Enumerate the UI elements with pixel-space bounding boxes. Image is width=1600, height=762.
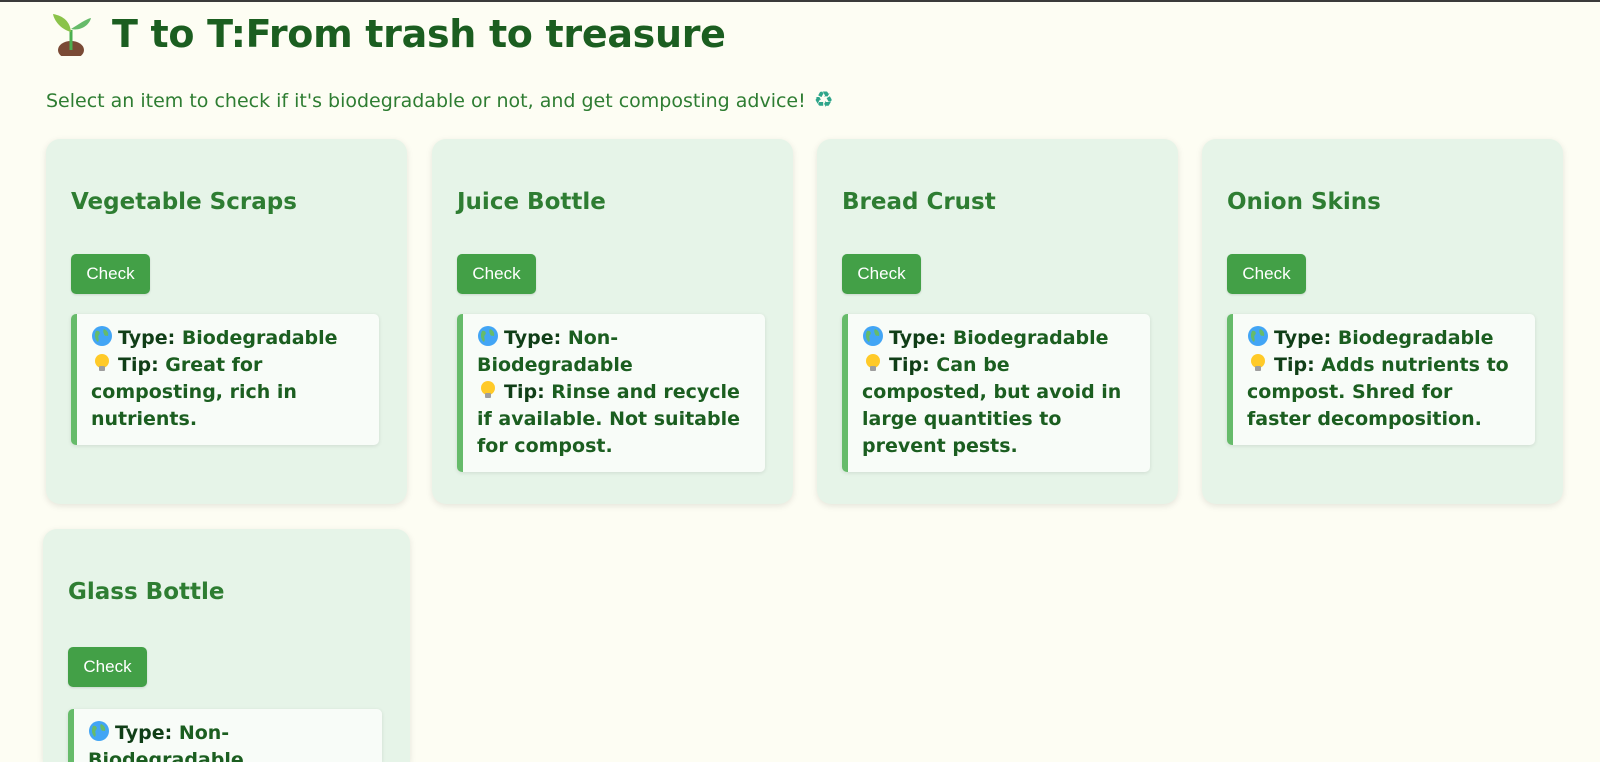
tip-line: Tip: Rinse and recycle if available. Not… xyxy=(477,379,751,460)
result-panel: Type: Non-Biodegradable Tip: Rinse and r… xyxy=(457,314,765,472)
globe-icon xyxy=(92,326,112,346)
type-label: Type: xyxy=(115,722,173,744)
lightbulb-icon xyxy=(481,381,495,398)
type-line: Type: Biodegradable xyxy=(91,325,365,352)
item-card: Onion Skins Check Type: Biodegradable Ti… xyxy=(1202,139,1563,504)
item-card: Vegetable Scraps Check Type: Biodegradab… xyxy=(46,139,407,504)
subtitle-text: Select an item to check if it's biodegra… xyxy=(46,90,806,112)
item-name: Onion Skins xyxy=(1227,189,1381,215)
item-name: Bread Crust xyxy=(842,189,996,215)
type-line: Type: Biodegradable xyxy=(1247,325,1521,352)
tip-label: Tip: xyxy=(118,354,159,376)
result-panel: Type: Biodegradable Tip: Great for compo… xyxy=(71,314,379,445)
globe-icon xyxy=(89,721,109,741)
check-button[interactable]: Check xyxy=(68,647,147,687)
item-name: Glass Bottle xyxy=(68,579,225,605)
lightbulb-icon xyxy=(866,354,880,371)
tip-label: Tip: xyxy=(889,354,930,376)
type-line: Type: Non-Biodegradable xyxy=(88,720,368,762)
type-line: Type: Biodegradable xyxy=(862,325,1136,352)
tip-line: Tip: Adds nutrients to compost. Shred fo… xyxy=(1247,352,1521,433)
check-button[interactable]: Check xyxy=(457,254,536,294)
recycle-icon: ♻ xyxy=(813,88,834,113)
tip-label: Tip: xyxy=(1274,354,1315,376)
type-value: Biodegradable xyxy=(1337,327,1494,349)
tip-line: Tip: Can be composted, but avoid in larg… xyxy=(862,352,1136,460)
seedling-icon xyxy=(53,14,91,56)
item-card: Glass Bottle Check Type: Non-Biodegradab… xyxy=(43,529,410,762)
globe-icon xyxy=(863,326,883,346)
check-button[interactable]: Check xyxy=(71,254,150,294)
type-label: Type: xyxy=(889,327,947,349)
type-value: Biodegradable xyxy=(181,327,338,349)
check-button[interactable]: Check xyxy=(842,254,921,294)
page-title: T to T:From trash to treasure xyxy=(112,12,726,56)
globe-icon xyxy=(478,326,498,346)
item-name: Juice Bottle xyxy=(457,189,606,215)
type-label: Type: xyxy=(118,327,176,349)
type-value: Biodegradable xyxy=(952,327,1109,349)
tip-label: Tip: xyxy=(504,381,545,403)
globe-icon xyxy=(1248,326,1268,346)
item-name: Vegetable Scraps xyxy=(71,189,297,215)
result-panel: Type: Non-Biodegradable xyxy=(68,709,382,762)
result-panel: Type: Biodegradable Tip: Adds nutrients … xyxy=(1227,314,1535,445)
lightbulb-icon xyxy=(1251,354,1265,371)
item-card: Juice Bottle Check Type: Non-Biodegradab… xyxy=(432,139,793,504)
type-label: Type: xyxy=(504,327,562,349)
page-subtitle: Select an item to check if it's biodegra… xyxy=(46,87,838,115)
item-card: Bread Crust Check Type: Biodegradable Ti… xyxy=(817,139,1178,504)
type-line: Type: Non-Biodegradable xyxy=(477,325,751,379)
type-label: Type: xyxy=(1274,327,1332,349)
app-header: T to T:From trash to treasure xyxy=(46,10,726,58)
lightbulb-icon xyxy=(95,354,109,371)
tip-line: Tip: Great for composting, rich in nutri… xyxy=(91,352,365,433)
check-button[interactable]: Check xyxy=(1227,254,1306,294)
result-panel: Type: Biodegradable Tip: Can be composte… xyxy=(842,314,1150,472)
